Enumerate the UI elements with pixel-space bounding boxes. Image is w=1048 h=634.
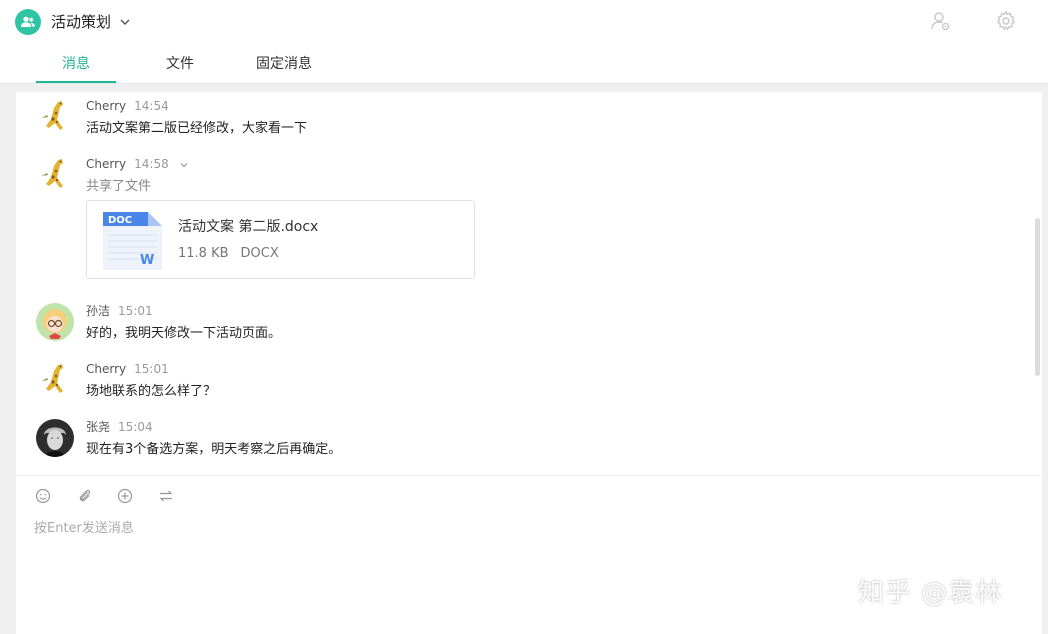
- tab-messages[interactable]: 消息: [36, 44, 116, 84]
- message-text: 好的，我明天修改一下活动页面。: [86, 326, 282, 341]
- message-text: 活动文案第二版已经修改，大家看一下: [86, 121, 308, 136]
- chat-header: 活动策划 消息 文件 固定消息: [0, 0, 1048, 84]
- avatar[interactable]: [36, 419, 74, 457]
- avatar[interactable]: [36, 156, 74, 194]
- message-scrollbar[interactable]: [1035, 218, 1040, 376]
- message-item: Cherry 15:01 场地联系的怎么样了？: [16, 361, 1016, 411]
- tab-files[interactable]: 文件: [150, 44, 210, 84]
- message-item: 孙洁 15:01 好的，我明天修改一下活动页面。: [16, 303, 1016, 353]
- message-time: 15:01: [134, 362, 169, 376]
- message-text: 现在有3个备选方案，明天考察之后再确定。: [86, 442, 342, 457]
- message-input[interactable]: [34, 516, 1014, 540]
- message-time: 14:58: [134, 157, 169, 171]
- gear-icon[interactable]: [995, 10, 1017, 32]
- sender-name[interactable]: Cherry: [86, 157, 126, 171]
- message-composer: [16, 476, 1042, 634]
- watermark: 知乎 @袁林: [858, 578, 1003, 608]
- member-settings-icon[interactable]: [929, 10, 951, 32]
- message-time: 15:04: [118, 420, 153, 434]
- girl-avatar-icon: [36, 303, 74, 341]
- chevron-down-icon[interactable]: [179, 160, 189, 170]
- attach-button[interactable]: [75, 486, 95, 506]
- avatar[interactable]: [36, 361, 74, 399]
- sender-name[interactable]: Cherry: [86, 99, 126, 113]
- file-name[interactable]: 活动文案 第二版.docx: [178, 217, 318, 237]
- message-time: 14:54: [134, 99, 169, 113]
- sender-name[interactable]: Cherry: [86, 362, 126, 376]
- avatar[interactable]: [36, 303, 74, 341]
- paperclip-icon: [79, 489, 91, 502]
- emoji-button[interactable]: [33, 486, 53, 506]
- chevron-down-icon[interactable]: [118, 13, 132, 31]
- sender-name[interactable]: 孙洁: [86, 304, 110, 318]
- emoji-icon: [35, 488, 51, 504]
- man-avatar-icon: [36, 419, 74, 457]
- message-item: Cherry 14:54 活动文案第二版已经修改，大家看一下: [16, 98, 1016, 148]
- group-icon: [21, 16, 35, 27]
- message-text: 共享了文件: [86, 179, 152, 194]
- giraffe-avatar-icon: [36, 98, 74, 136]
- message-item: Cherry 14:58 共享了文件 DOC W 活动文案 第二版.docx 11…: [16, 156, 1016, 286]
- doc-file-icon: DOC W: [103, 212, 162, 270]
- avatar[interactable]: [36, 98, 74, 136]
- message-list[interactable]: Cherry 14:54 活动文案第二版已经修改，大家看一下 Cherry 14:5…: [16, 92, 1042, 475]
- swap-arrows-icon: [159, 490, 173, 502]
- message-item: 张尧 15:04 现在有3个备选方案，明天考察之后再确定。: [16, 419, 1016, 469]
- message-text: 场地联系的怎么样了？: [86, 384, 217, 399]
- giraffe-avatar-icon: [36, 361, 74, 399]
- doc-badge-text: DOC: [108, 215, 132, 226]
- tab-bar: 消息 文件 固定消息: [0, 44, 400, 84]
- transfer-button[interactable]: [156, 486, 176, 506]
- tab-pinned[interactable]: 固定消息: [250, 44, 318, 84]
- file-size: 11.8 KB: [178, 246, 229, 261]
- message-time: 15:01: [118, 304, 153, 318]
- active-tab-indicator: [36, 81, 116, 83]
- doc-letter: W: [140, 253, 154, 268]
- sender-name[interactable]: 张尧: [86, 420, 110, 434]
- add-button[interactable]: [115, 486, 135, 506]
- group-avatar[interactable]: [15, 9, 41, 35]
- giraffe-avatar-icon: [36, 156, 74, 194]
- file-card[interactable]: DOC W 活动文案 第二版.docx 11.8 KB DOCX: [86, 200, 475, 279]
- group-title[interactable]: 活动策划: [51, 11, 111, 33]
- file-type: DOCX: [240, 246, 279, 261]
- plus-circle-icon: [117, 488, 133, 504]
